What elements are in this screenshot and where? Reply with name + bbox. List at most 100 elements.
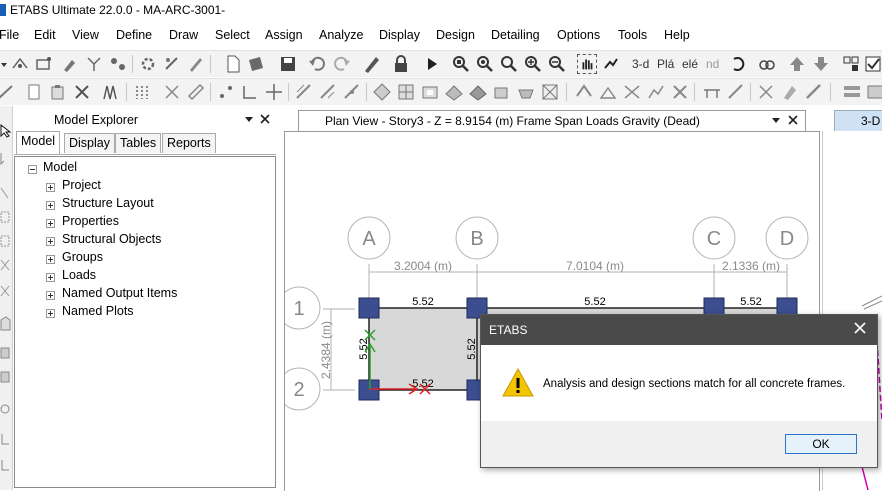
side-tool-icon[interactable] bbox=[0, 432, 12, 446]
side-tool-icon[interactable] bbox=[0, 186, 12, 200]
shell-section-icon[interactable] bbox=[372, 82, 392, 102]
plan-view-tab[interactable]: Plan View - Story3 - Z = 8.9154 (m) Fram… bbox=[298, 110, 806, 131]
checkbox-icon[interactable] bbox=[864, 54, 882, 74]
diaphragm-icon[interactable] bbox=[646, 82, 666, 102]
edit-pencil-icon[interactable] bbox=[362, 54, 382, 74]
menu-tools[interactable]: Tools bbox=[618, 28, 647, 42]
tree-expand-icon[interactable] bbox=[46, 219, 55, 228]
tree-item-project[interactable]: Project bbox=[62, 178, 101, 192]
side-tool-icon[interactable] bbox=[0, 152, 12, 166]
assign-icon[interactable] bbox=[162, 54, 182, 74]
move-up-icon[interactable] bbox=[787, 54, 807, 74]
tree-item-named-output-items[interactable]: Named Output Items bbox=[62, 286, 177, 300]
brush-icon[interactable] bbox=[60, 54, 80, 74]
tree-root-model[interactable]: Model bbox=[43, 160, 77, 174]
menu-design[interactable]: Design bbox=[436, 28, 475, 42]
tree-item-structure-layout[interactable]: Structure Layout bbox=[62, 196, 154, 210]
menu-help[interactable]: Help bbox=[664, 28, 690, 42]
brace-icon[interactable] bbox=[162, 82, 182, 102]
pan-hand-icon[interactable] bbox=[577, 54, 597, 74]
joint-icon[interactable] bbox=[240, 82, 260, 102]
gear-icon[interactable] bbox=[138, 54, 158, 74]
paste-icon[interactable] bbox=[48, 82, 68, 102]
frame-release-icon[interactable] bbox=[318, 82, 338, 102]
design-strip-icon[interactable] bbox=[756, 82, 776, 102]
menu-edit[interactable]: Edit bbox=[34, 28, 56, 42]
ok-button[interactable]: OK bbox=[785, 434, 857, 454]
draw-point-icon[interactable] bbox=[10, 54, 30, 74]
tree-expand-icon[interactable] bbox=[46, 201, 55, 210]
menu-select[interactable]: Select bbox=[215, 28, 250, 42]
select-grid-icon[interactable] bbox=[841, 54, 861, 74]
rotate-view-icon[interactable] bbox=[728, 54, 748, 74]
tree-item-loads[interactable]: Loads bbox=[62, 268, 96, 282]
tendon-icon[interactable] bbox=[702, 82, 722, 102]
support-icon[interactable] bbox=[598, 82, 618, 102]
menu-detailing[interactable]: Detailing bbox=[491, 28, 540, 42]
tree-expand-icon[interactable] bbox=[46, 237, 55, 246]
section-cut-icon[interactable] bbox=[804, 82, 824, 102]
pencil-icon[interactable] bbox=[186, 54, 206, 74]
column[interactable] bbox=[358, 379, 380, 401]
new-file-icon[interactable] bbox=[223, 54, 243, 74]
zoom-window-icon[interactable] bbox=[451, 54, 471, 74]
close-icon[interactable] bbox=[853, 321, 867, 335]
copy-icon[interactable] bbox=[24, 82, 44, 102]
open-file-icon[interactable] bbox=[246, 54, 266, 74]
side-tool-icon[interactable] bbox=[0, 346, 12, 360]
tree-expand-icon[interactable] bbox=[46, 291, 55, 300]
tree-item-named-plots[interactable]: Named Plots bbox=[62, 304, 134, 318]
menu-display[interactable]: Display bbox=[379, 28, 420, 42]
strip-icon[interactable] bbox=[726, 82, 746, 102]
branch-icon[interactable] bbox=[84, 54, 104, 74]
menu-analyze[interactable]: Analyze bbox=[319, 28, 363, 42]
area-load-icon[interactable] bbox=[516, 82, 536, 102]
view-3d-button[interactable]: 3-d bbox=[632, 57, 649, 71]
tab-display[interactable]: Display bbox=[64, 133, 115, 153]
link-icon[interactable] bbox=[574, 82, 594, 102]
tree-item-properties[interactable]: Properties bbox=[62, 214, 119, 228]
side-tool-icon[interactable] bbox=[0, 234, 12, 248]
tree-expand-icon[interactable] bbox=[46, 273, 55, 282]
zoom-out-icon[interactable] bbox=[547, 54, 567, 74]
tab-reports[interactable]: Reports bbox=[162, 133, 216, 153]
beam-icon[interactable] bbox=[186, 82, 206, 102]
deck-icon[interactable] bbox=[468, 82, 488, 102]
run-analysis-icon[interactable] bbox=[422, 54, 442, 74]
menu-view[interactable]: View bbox=[72, 28, 99, 42]
opening-icon[interactable] bbox=[420, 82, 440, 102]
side-tool-icon[interactable] bbox=[0, 210, 12, 224]
wall-stack-icon[interactable] bbox=[492, 82, 512, 102]
zoom-in-icon[interactable] bbox=[523, 54, 543, 74]
menu-options[interactable]: Options bbox=[557, 28, 600, 42]
pointer-icon[interactable] bbox=[0, 124, 12, 138]
plan-view-button[interactable]: Plá bbox=[657, 57, 674, 71]
lock-icon[interactable] bbox=[391, 54, 411, 74]
object-shrink-icon[interactable] bbox=[757, 54, 777, 74]
menu-file[interactable]: File bbox=[0, 28, 19, 42]
rotate-3d-icon[interactable] bbox=[601, 54, 621, 74]
frame-load-icon[interactable] bbox=[342, 82, 362, 102]
view-3d-tab[interactable]: 3-D bbox=[834, 110, 882, 131]
menu-assign[interactable]: Assign bbox=[265, 28, 303, 42]
tree-collapse-icon[interactable] bbox=[28, 165, 37, 174]
column-icon[interactable] bbox=[132, 82, 152, 102]
wall-icon[interactable] bbox=[100, 82, 120, 102]
tree-item-structural-objects[interactable]: Structural Objects bbox=[62, 232, 161, 246]
side-tool-icon[interactable] bbox=[0, 316, 12, 332]
redo-icon[interactable] bbox=[332, 54, 352, 74]
mesh-icon[interactable] bbox=[540, 82, 560, 102]
side-tool-icon[interactable] bbox=[0, 258, 12, 272]
node-icon[interactable] bbox=[108, 54, 128, 74]
side-tool-icon[interactable] bbox=[0, 284, 12, 298]
side-tool-icon[interactable] bbox=[0, 458, 12, 472]
column[interactable] bbox=[358, 297, 380, 319]
draw-frame-icon[interactable] bbox=[0, 82, 16, 102]
pin-dropdown-icon[interactable] bbox=[244, 116, 254, 124]
undo-icon[interactable] bbox=[307, 54, 327, 74]
tree-expand-icon[interactable] bbox=[46, 255, 55, 264]
tree-item-groups[interactable]: Groups bbox=[62, 250, 103, 264]
shell-grid-icon[interactable] bbox=[396, 82, 416, 102]
tree-expand-icon[interactable] bbox=[46, 183, 55, 192]
spring-icon[interactable] bbox=[622, 82, 642, 102]
